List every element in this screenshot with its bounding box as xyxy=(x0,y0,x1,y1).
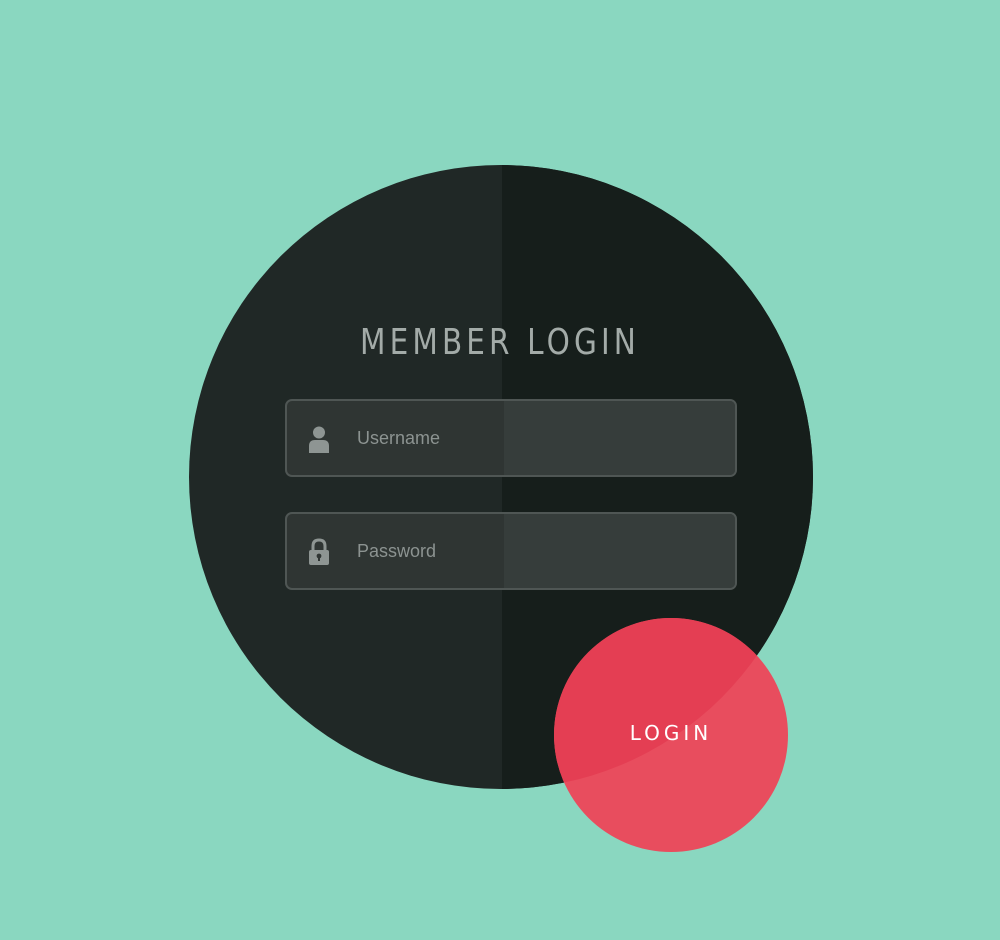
page-title: MEMBER LOGIN xyxy=(360,322,640,363)
password-input[interactable] xyxy=(357,514,717,588)
username-input[interactable] xyxy=(357,401,717,475)
user-icon xyxy=(307,425,331,453)
lock-icon xyxy=(307,538,331,566)
login-button[interactable]: LOGIN xyxy=(554,618,788,852)
login-button-label: LOGIN xyxy=(629,721,713,745)
password-field[interactable] xyxy=(285,512,737,590)
username-field[interactable] xyxy=(285,399,737,477)
button-overlap-shade xyxy=(554,618,788,789)
